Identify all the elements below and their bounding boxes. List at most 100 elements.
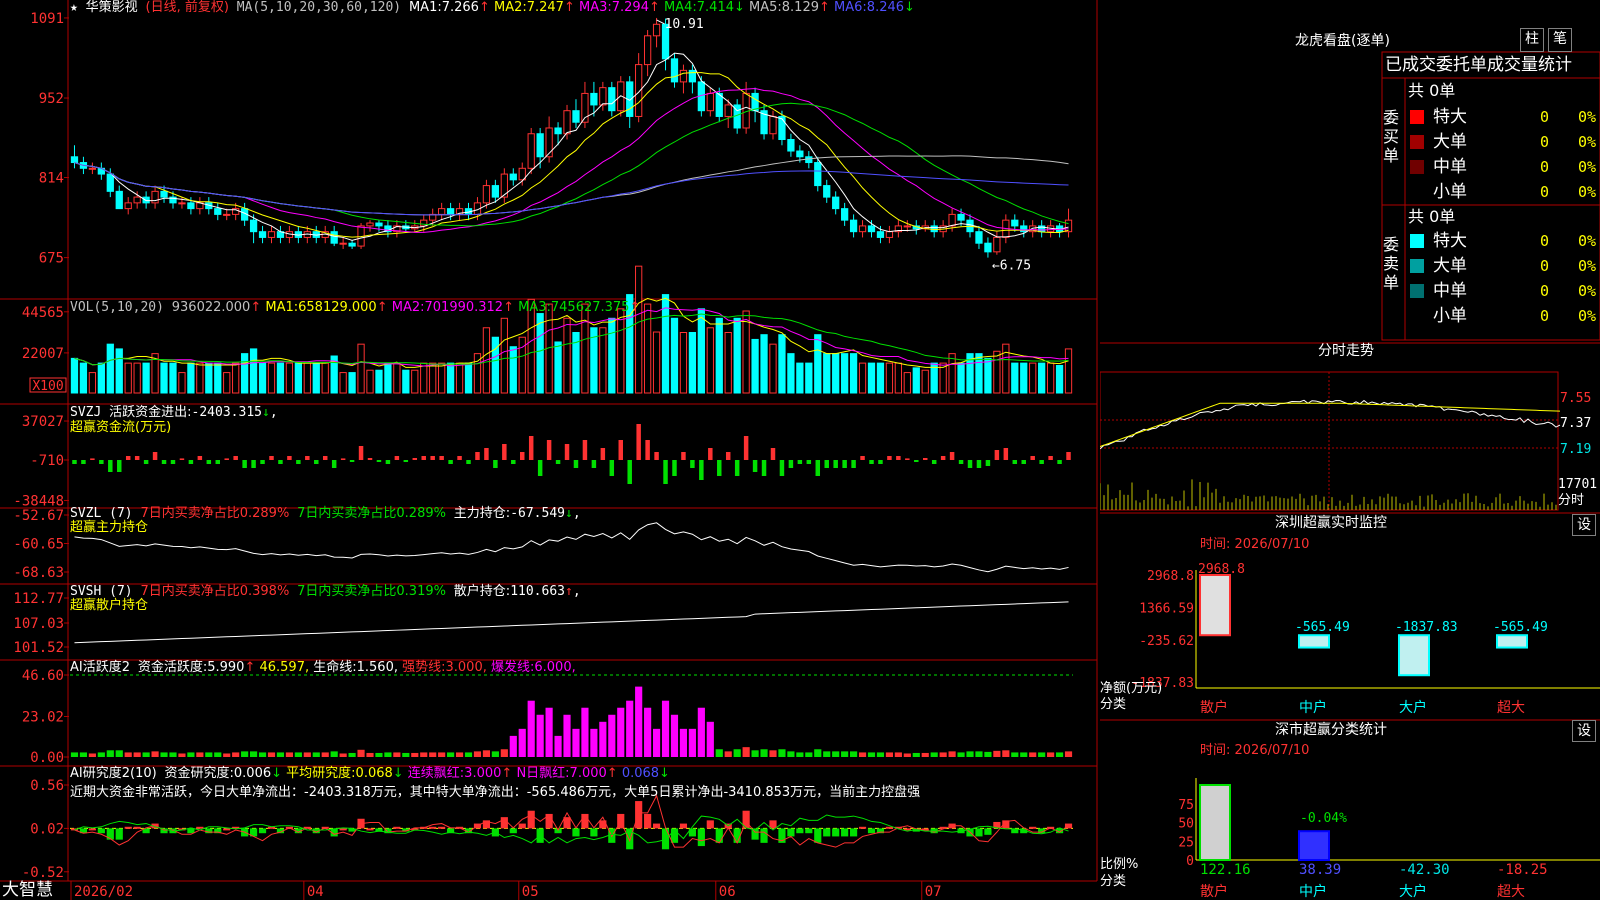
ai-active-bar bbox=[554, 736, 561, 757]
sell-row-pct-0: 0% bbox=[1578, 234, 1596, 248]
fund-flow-bar bbox=[189, 460, 193, 464]
right-panel-svg: 2968.81366.59-235.62-1837.832968.8-565.4… bbox=[1100, 0, 1600, 900]
volume-bar bbox=[510, 347, 516, 393]
ai-research-value-3: N日飘红:7.000↑ bbox=[512, 766, 617, 781]
stock-mode[interactable]: (日线, 前复权) bbox=[146, 0, 229, 15]
ai-active-bar bbox=[581, 708, 588, 757]
svsh-text2: 7日内买卖净占比0.319% bbox=[297, 584, 446, 599]
sz-monitor-title: 深圳超赢实时监控 bbox=[1275, 516, 1387, 530]
candle bbox=[161, 191, 167, 197]
fund-flow-bar bbox=[995, 450, 999, 460]
monitor-bar bbox=[1497, 635, 1527, 647]
svsh-ytick-label: 107.03 bbox=[13, 616, 64, 632]
ai-active-bar bbox=[483, 750, 490, 757]
fund-flow-bar bbox=[762, 460, 766, 476]
ai-active-bar bbox=[196, 752, 203, 757]
ai-active-bar bbox=[966, 751, 973, 757]
ai-research-line-1 bbox=[74, 796, 1068, 847]
fund-flow-bar bbox=[126, 456, 130, 460]
main-chart-svg[interactable]: 1091 952 814 675 10.91 ←6.75 44565 22007 X100 370… bbox=[0, 0, 1100, 900]
monitor-value-label: 2968.8 bbox=[1198, 562, 1245, 577]
monitor-ytick-label: -235.62 bbox=[1139, 634, 1194, 649]
volume-bar bbox=[465, 363, 471, 393]
ai-research-value-4: 0.068↓ bbox=[618, 766, 670, 781]
volume-bar bbox=[555, 342, 561, 393]
ai-active-bar bbox=[331, 751, 338, 757]
fund-flow-bar bbox=[386, 460, 390, 464]
ai-active-bar bbox=[1038, 752, 1045, 757]
sz-class-setting-button[interactable]: 设 bbox=[1572, 720, 1596, 742]
class-value-label: -42.30 bbox=[1399, 862, 1450, 878]
candle bbox=[886, 232, 892, 238]
ai-research-bar bbox=[823, 828, 830, 836]
volume-bar bbox=[259, 363, 265, 393]
fund-flow-bar bbox=[726, 452, 730, 460]
ma-value-4: MA5:8.129↑ bbox=[745, 0, 830, 15]
candle bbox=[573, 111, 579, 123]
fund-flow-bar bbox=[439, 456, 443, 460]
candle bbox=[564, 111, 570, 134]
monitor-value-label: -565.49 bbox=[1295, 620, 1350, 635]
volume-bar bbox=[618, 309, 624, 393]
ma-line-1 bbox=[74, 53, 1068, 240]
fund-flow-bar bbox=[538, 460, 542, 476]
ai-active-bar bbox=[232, 752, 239, 757]
svzj-value: -2403.315 bbox=[192, 405, 262, 420]
class-annotation: -0.04% bbox=[1300, 811, 1347, 826]
ai-research-value-2: 连续飘红:3.000↑ bbox=[404, 766, 513, 781]
volume-bar bbox=[98, 363, 104, 393]
candle bbox=[152, 191, 158, 203]
volume-bar bbox=[421, 363, 427, 393]
fund-flow-bar bbox=[413, 458, 417, 460]
ai-research-bar bbox=[393, 827, 400, 829]
volume-bar bbox=[877, 363, 883, 393]
ai-research-bar bbox=[653, 824, 660, 829]
volume-bar bbox=[770, 344, 776, 393]
stock-name[interactable]: 华策影视 bbox=[86, 0, 138, 15]
fund-flow-bar bbox=[645, 440, 649, 460]
fund-flow-bar bbox=[708, 448, 712, 460]
fund-flow-bar bbox=[636, 424, 640, 460]
volume-bar bbox=[662, 295, 668, 393]
pen-mode-button[interactable]: 笔 bbox=[1548, 28, 1572, 52]
ai-research-bar bbox=[680, 824, 687, 829]
fund-flow-bar bbox=[950, 452, 954, 460]
fund-flow-bar bbox=[753, 460, 757, 472]
bar-mode-button[interactable]: 柱 bbox=[1520, 28, 1544, 52]
ai-active-value-0: 资金活跃度:5.990↑ bbox=[138, 660, 256, 675]
fund-flow-bar bbox=[233, 456, 237, 460]
fund-flow-bar bbox=[986, 460, 990, 466]
ai-active-name: AI活跃度2 bbox=[70, 660, 130, 675]
ai-research-bar bbox=[563, 817, 570, 828]
volume-bar bbox=[107, 344, 113, 393]
ai-active-bar bbox=[89, 753, 96, 757]
volume-bar bbox=[286, 363, 292, 393]
ai-active-bar bbox=[814, 749, 821, 757]
volume-bar bbox=[215, 363, 221, 393]
svsh-ytick-label: 101.52 bbox=[13, 640, 64, 656]
candle bbox=[268, 232, 274, 238]
x-axis-label: 07 bbox=[925, 884, 942, 900]
candle bbox=[752, 93, 758, 110]
monitor-category-label: 大户 bbox=[1399, 699, 1427, 716]
fund-flow-bar bbox=[180, 458, 184, 460]
main-chart-area[interactable]: 1091 952 814 675 10.91 ←6.75 44565 22007 X100 370… bbox=[0, 0, 1100, 900]
ai-research-bar bbox=[438, 827, 445, 829]
fund-flow-bar bbox=[117, 460, 121, 472]
ai-research-bar bbox=[868, 828, 875, 833]
sz-monitor-setting-button[interactable]: 设 bbox=[1572, 514, 1596, 536]
fund-flow-bar bbox=[430, 456, 434, 460]
ai-research-bar bbox=[223, 828, 230, 830]
ai-active-bar bbox=[1056, 752, 1063, 757]
sell-row-swatch-3 bbox=[1410, 309, 1424, 323]
ai-research-bar bbox=[1029, 827, 1036, 829]
svzl-subtitle: 超赢主力持仓 bbox=[70, 520, 148, 535]
ai-research-bar bbox=[859, 827, 866, 829]
ai-research-bar bbox=[832, 828, 839, 836]
ai-research-bar bbox=[796, 828, 803, 833]
ai-active-bar bbox=[214, 752, 221, 757]
ai-research-bar bbox=[98, 828, 105, 833]
fund-flow-bar bbox=[377, 460, 381, 462]
svzl-suffix: , bbox=[573, 506, 581, 521]
ai-active-bar bbox=[644, 708, 651, 757]
